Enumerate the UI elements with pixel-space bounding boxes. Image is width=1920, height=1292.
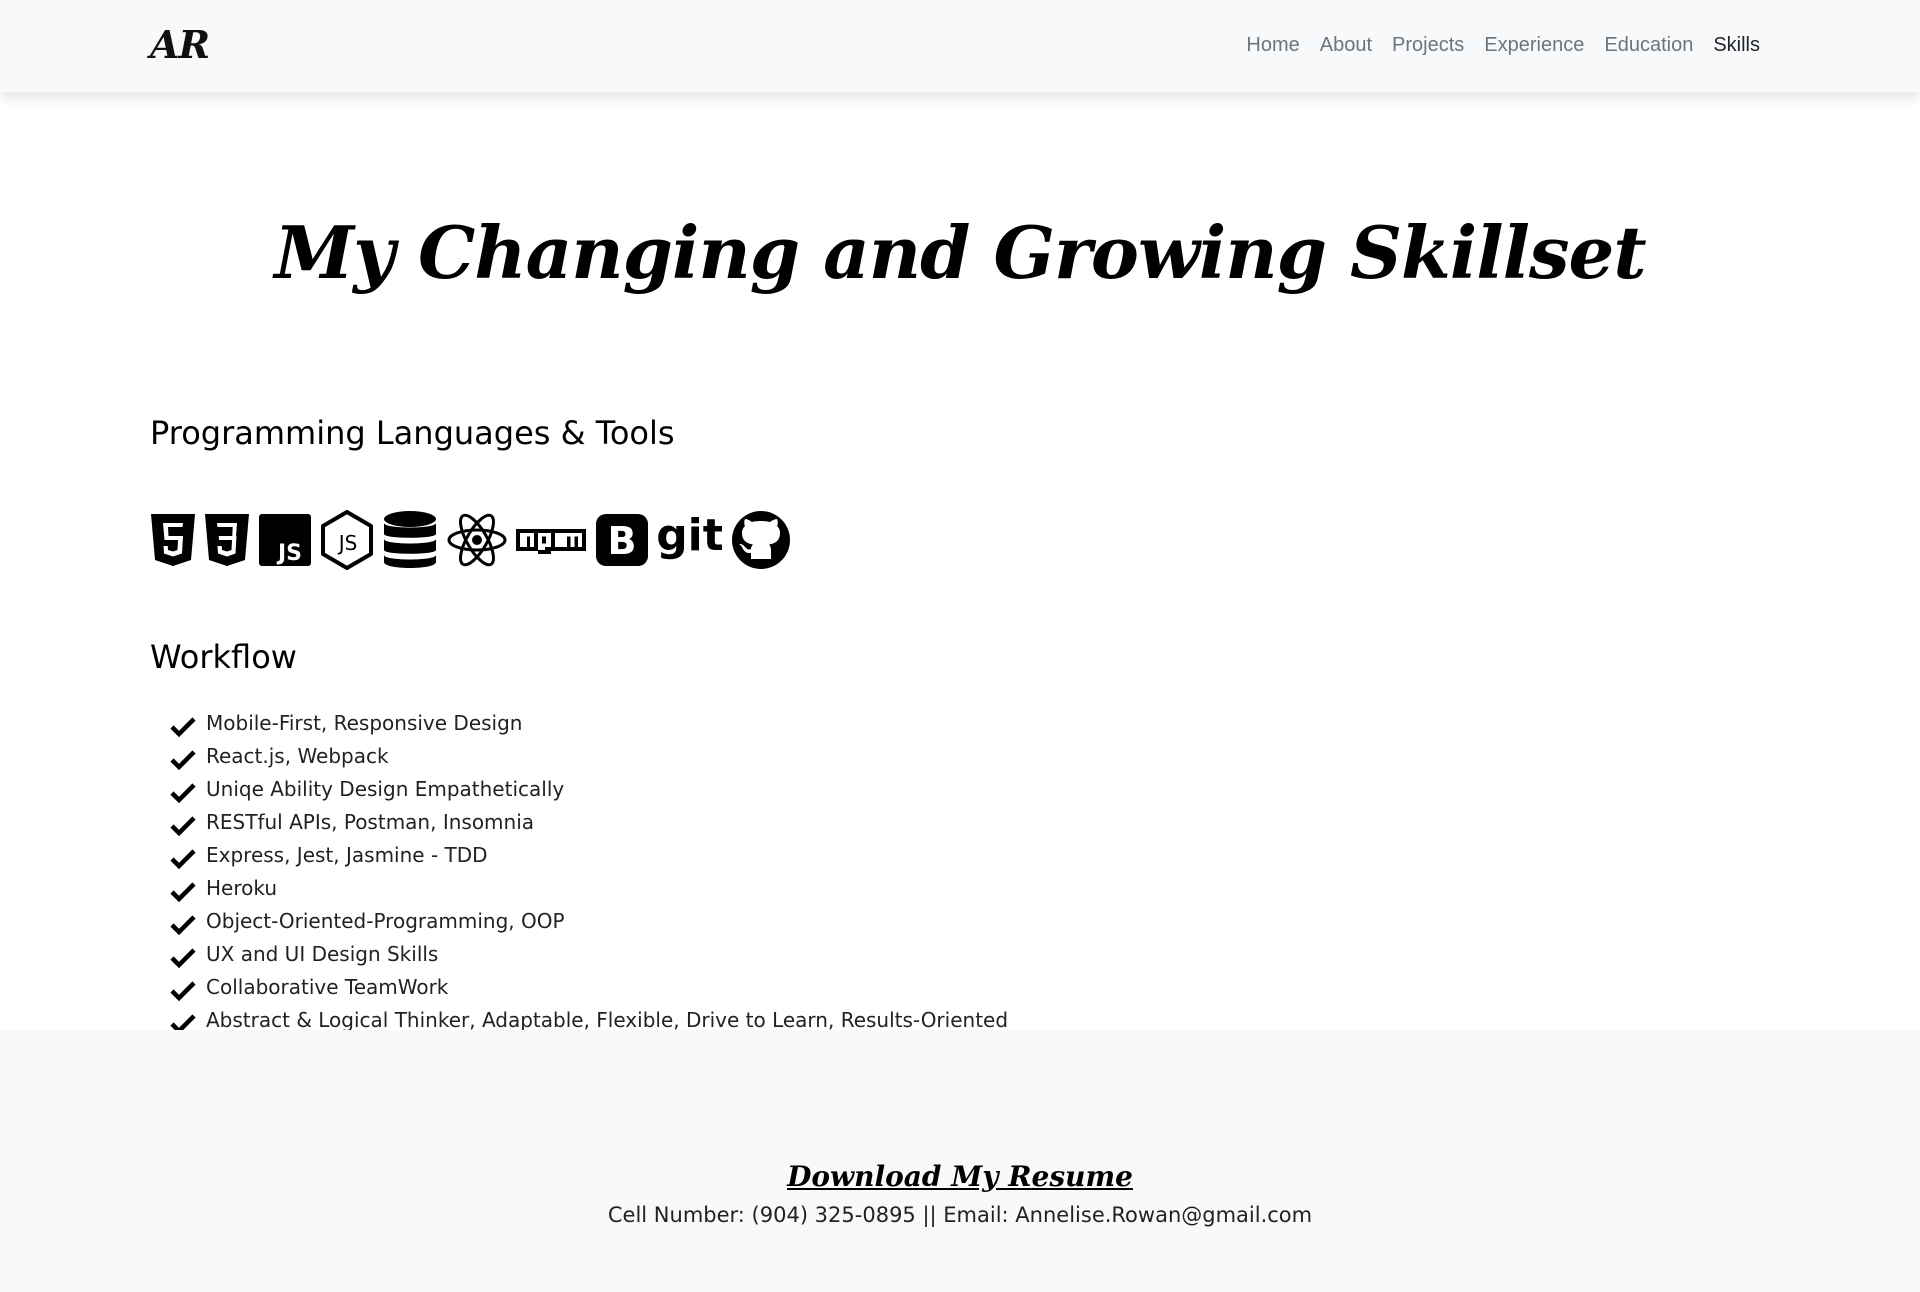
list-item: Mobile-First, Responsive Design [170,706,1008,739]
list-item: Uniqe Ability Design Empathetically [170,772,1008,805]
svg-text:JS: JS [337,531,358,555]
workflow-item-label: Heroku [206,875,278,900]
git-icon: git [658,512,722,561]
workflow-list: Mobile-First, Responsive Design React.js… [170,706,1008,1036]
nav-education[interactable]: Education [1604,34,1693,57]
list-item: RESTful APIs, Postman, Insomnia [170,805,1008,838]
checkmark-icon [170,815,196,836]
download-resume-link[interactable]: Download My Resume [787,1160,1133,1193]
workflow-item-label: Object-Oriented-Programming, OOP [206,908,565,933]
nav-skills[interactable]: Skills [1713,34,1760,57]
contact-info: Cell Number: (904) 325-0895 || Email: An… [607,1203,1313,1227]
svg-text:B: B [608,519,637,563]
git-label: git [658,512,722,561]
react-icon [447,513,507,567]
nav-about[interactable]: About [1320,34,1372,57]
nav-home[interactable]: Home [1246,34,1299,57]
css3-icon [205,514,249,566]
list-item: Collaborative TeamWork [170,970,1008,1003]
checkmark-icon [170,749,196,770]
list-item: Object-Oriented-Programming, OOP [170,904,1008,937]
tools-icon-row: JS JS B git [150,510,792,570]
nav-projects[interactable]: Projects [1392,34,1464,57]
page-title: My Changing and Growing Skillset [274,210,1646,295]
javascript-icon: JS [259,514,311,566]
svg-text:JS: JS [276,541,302,566]
list-item: UX and UI Design Skills [170,937,1008,970]
workflow-item-label: RESTful APIs, Postman, Insomnia [206,809,535,834]
checkmark-icon [170,980,196,1001]
checkmark-icon [170,881,196,902]
list-item: React.js, Webpack [170,739,1008,772]
workflow-item-label: Mobile-First, Responsive Design [206,710,523,735]
checkmark-icon [170,782,196,803]
workflow-item-label: Uniqe Ability Design Empathetically [206,776,565,801]
checkmark-icon [170,947,196,968]
npm-icon [516,529,586,554]
workflow-item-label: Express, Jest, Jasmine - TDD [206,842,488,867]
database-icon [384,511,436,568]
tools-heading: Programming Languages & Tools [150,414,675,452]
checkmark-icon [170,914,196,935]
nodejs-icon: JS [321,510,373,570]
footer: Download My Resume Cell Number: (904) 32… [0,1030,1920,1292]
brand-logo[interactable]: AR [150,22,210,67]
nav-links: Home About Projects Experience Education… [1246,34,1760,57]
list-item: Heroku [170,871,1008,904]
workflow-item-label: Collaborative TeamWork [206,974,449,999]
workflow-heading: Workflow [150,638,297,676]
bootstrap-icon: B [596,514,648,566]
workflow-item-label: UX and UI Design Skills [206,941,439,966]
workflow-item-label: Abstract & Logical Thinker, Adaptable, F… [206,1007,1009,1032]
workflow-item-label: React.js, Webpack [206,743,389,768]
github-icon [732,511,790,569]
checkmark-icon [170,716,196,737]
nav-experience[interactable]: Experience [1484,34,1584,57]
html5-icon [151,514,195,566]
checkmark-icon [170,848,196,869]
navbar: AR Home About Projects Experience Educat… [0,0,1920,92]
list-item: Express, Jest, Jasmine - TDD [170,838,1008,871]
